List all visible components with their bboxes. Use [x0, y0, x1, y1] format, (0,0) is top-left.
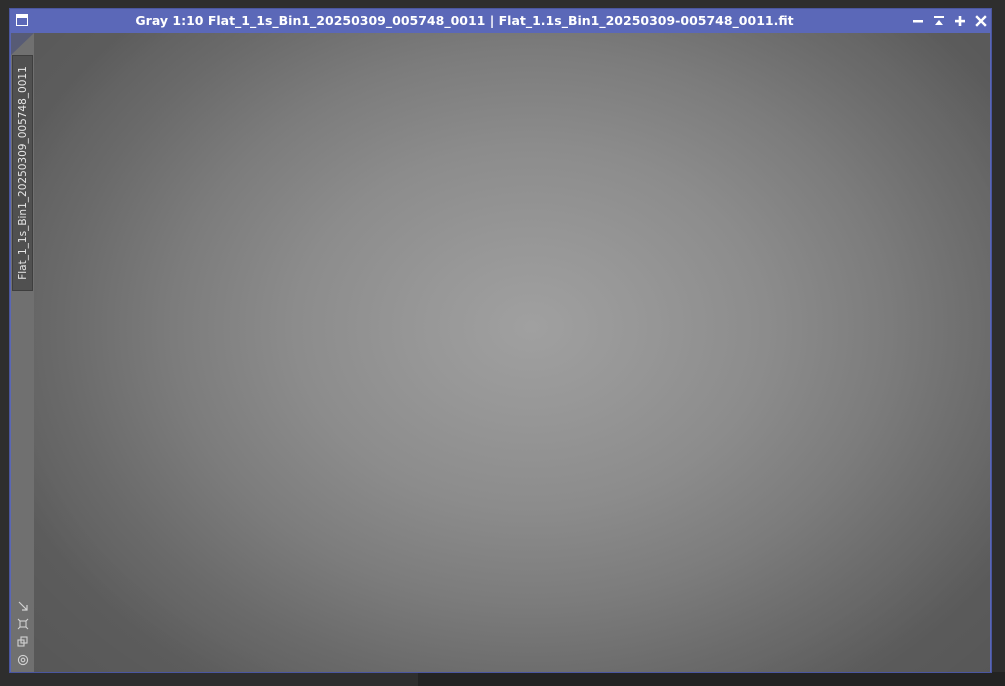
image-viewport[interactable]	[34, 33, 990, 672]
target-icon[interactable]	[17, 654, 29, 666]
close-icon	[975, 15, 987, 27]
window-menu-icon[interactable]	[16, 14, 28, 26]
clone-view-icon[interactable]	[17, 636, 29, 648]
window-title: Gray 1:10 Flat_1_1s_Bin1_20250309_005748…	[135, 13, 794, 28]
window-client-area: Flat_1_1s_Bin1_20250309_005748_0011	[11, 33, 990, 672]
view-identifier-label: Flat_1_1s_Bin1_20250309_005748_0011	[16, 66, 29, 280]
background-panel	[418, 672, 1005, 686]
fit-window-icon[interactable]	[17, 618, 29, 630]
zoom-to-fit-icon[interactable]	[17, 600, 29, 612]
desktop: Gray 1:10 Flat_1_1s_Bin1_20250309_005748…	[0, 0, 1005, 686]
view-sidebar: Flat_1_1s_Bin1_20250309_005748_0011	[11, 33, 34, 672]
minimize-button[interactable]	[910, 13, 926, 29]
maximize-button[interactable]	[952, 13, 968, 29]
minimize-icon	[913, 20, 923, 23]
title-bar[interactable]: Gray 1:10 Flat_1_1s_Bin1_20250309_005748…	[10, 9, 991, 33]
close-button[interactable]	[973, 13, 989, 29]
shade-button[interactable]	[931, 13, 947, 29]
image-window: Gray 1:10 Flat_1_1s_Bin1_20250309_005748…	[9, 8, 992, 673]
shade-icon	[934, 16, 944, 25]
view-identifier-tab[interactable]: Flat_1_1s_Bin1_20250309_005748_0011	[12, 55, 33, 291]
maximize-icon	[955, 16, 965, 26]
tab-corner	[11, 33, 34, 55]
